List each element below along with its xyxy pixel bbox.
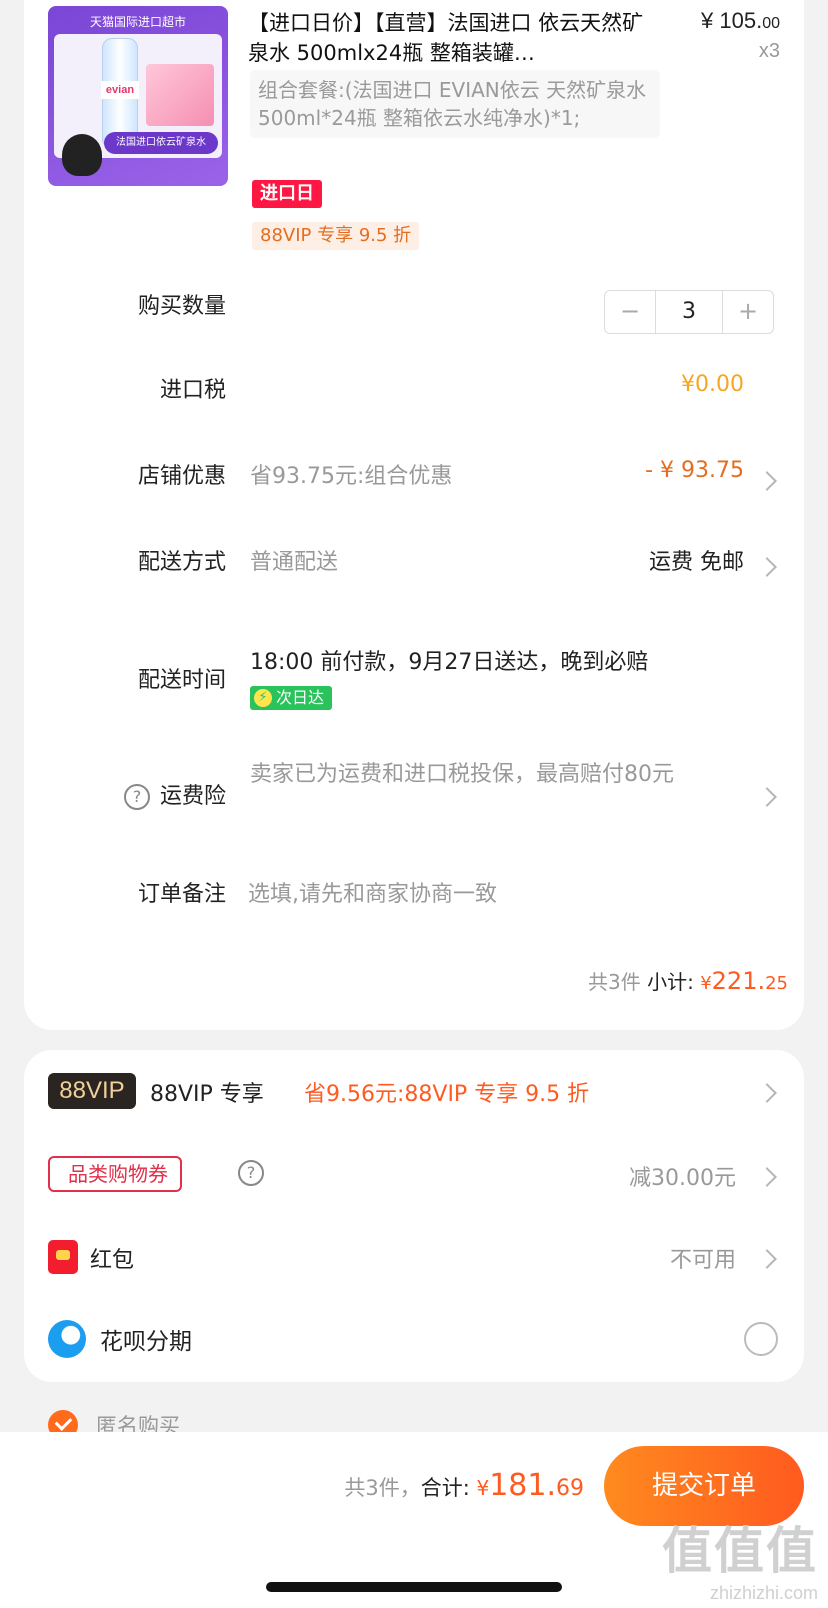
total-label: 合计: xyxy=(420,1476,470,1500)
red-packet-icon xyxy=(48,1240,78,1274)
subtotal-label: 小计: xyxy=(647,970,694,994)
help-icon[interactable]: ? xyxy=(238,1160,264,1186)
minus-button[interactable]: − xyxy=(605,291,655,333)
total-int: 181. xyxy=(489,1468,556,1503)
thumb-brand: evian xyxy=(101,81,139,99)
shipping-insurance-label: 运费险 xyxy=(159,784,226,809)
subtotal-currency: ¥ xyxy=(700,973,712,994)
subtotal-dec: 25 xyxy=(765,973,788,994)
total-currency: ¥ xyxy=(476,1476,490,1500)
product-title[interactable]: 【进口日价】【直营】法国进口 依云天然矿泉水 500mlx24瓶 整箱装罐… xyxy=(248,8,658,68)
help-icon[interactable]: ? xyxy=(123,784,150,810)
total-dec: 69 xyxy=(556,1476,584,1501)
store-discount-value: - ¥ 93.75 xyxy=(645,458,744,483)
huabei-radio[interactable] xyxy=(744,1322,778,1356)
store-discount-detail: 省93.75元:组合优惠 xyxy=(250,464,453,489)
order-note-input[interactable]: 选填,请先和商家协商一致 xyxy=(248,876,497,908)
product-price: ¥ 105.00 xyxy=(701,8,780,34)
tmall-cat-icon xyxy=(62,134,102,176)
subtotal-int: 221. xyxy=(711,967,766,995)
product-quantity: x3 xyxy=(758,40,780,62)
store-discount-label: 店铺优惠 xyxy=(137,464,226,489)
thumb-banner: 天猫国际进口超市 xyxy=(89,15,186,29)
lightning-icon: ⚡ xyxy=(254,688,272,707)
vip-label: 88VIP 专享 xyxy=(150,1082,264,1107)
plus-button[interactable]: + xyxy=(723,291,773,333)
watermark: 值值值 zhizhizhi.com xyxy=(662,1511,818,1604)
huabei-icon xyxy=(48,1320,86,1358)
import-day-tag: 进口日 xyxy=(252,180,322,208)
price-int: ¥ 105. xyxy=(701,8,763,33)
delivery-time-label: 配送时间 xyxy=(137,668,226,693)
import-tax-value: ¥0.00 xyxy=(681,372,744,397)
red-packet-value: 不可用 xyxy=(669,1248,736,1273)
shipping-insurance-detail: 卖家已为运费和进口税投保，最高赔付80元 xyxy=(250,762,674,787)
coupon-value: 减30.00元 xyxy=(629,1166,736,1191)
vip-discount-tag: 88VIP 专享 9.5 折 xyxy=(252,222,420,250)
red-packet-label: 红包 xyxy=(90,1248,135,1273)
order-total: 共3件，合计: ¥181.69 xyxy=(344,1468,584,1503)
bottle-image: evian xyxy=(101,38,139,146)
order-note-label: 订单备注 xyxy=(137,882,226,907)
coupon-tag: 品类购物券 xyxy=(48,1156,182,1192)
quantity-label: 购买数量 xyxy=(137,294,226,319)
subtotal-count: 共3件 xyxy=(588,970,641,994)
home-indicator[interactable] xyxy=(266,1582,562,1592)
thumb-caption: 法国进口依云矿泉水 xyxy=(104,132,218,154)
watermark-url: zhizhizhi.com xyxy=(709,1583,818,1603)
delivery-fee: 运费 免邮 xyxy=(649,550,744,575)
huabei-label: 花呗分期 xyxy=(100,1329,192,1355)
watermark-logo: 值值值 xyxy=(662,1523,818,1579)
price-dec: 00 xyxy=(762,15,780,32)
box-image xyxy=(146,64,214,126)
import-tax-label: 进口税 xyxy=(159,378,226,403)
next-day-badge: ⚡ 次日达 xyxy=(250,686,333,710)
shipping-insurance-label-wrap: ? 运费险 xyxy=(26,778,226,810)
delivery-method-detail: 普通配送 xyxy=(250,550,339,575)
product-image[interactable]: 天猫国际进口超市 evian 法国进口依云矿泉水 xyxy=(48,6,228,186)
combo-description: 组合套餐:(法国进口 EVIAN依云 天然矿泉水 500ml*24瓶 整箱依云水… xyxy=(250,70,660,138)
vip-detail: 省9.56元:88VIP 专享 9.5 折 xyxy=(304,1082,590,1107)
delivery-method-label: 配送方式 xyxy=(137,550,226,575)
subtotal: 共3件 小计: ¥221.25 xyxy=(588,966,788,995)
quantity-value[interactable]: 3 xyxy=(655,291,723,333)
vip-logo: 88VIP xyxy=(48,1073,136,1109)
quantity-stepper[interactable]: − 3 + xyxy=(604,290,774,334)
total-count: 共3件， xyxy=(344,1476,421,1500)
delivery-time-detail: 18:00 前付款，9月27日送达，晚到必赔 xyxy=(250,650,649,675)
next-day-text: 次日达 xyxy=(276,688,325,707)
